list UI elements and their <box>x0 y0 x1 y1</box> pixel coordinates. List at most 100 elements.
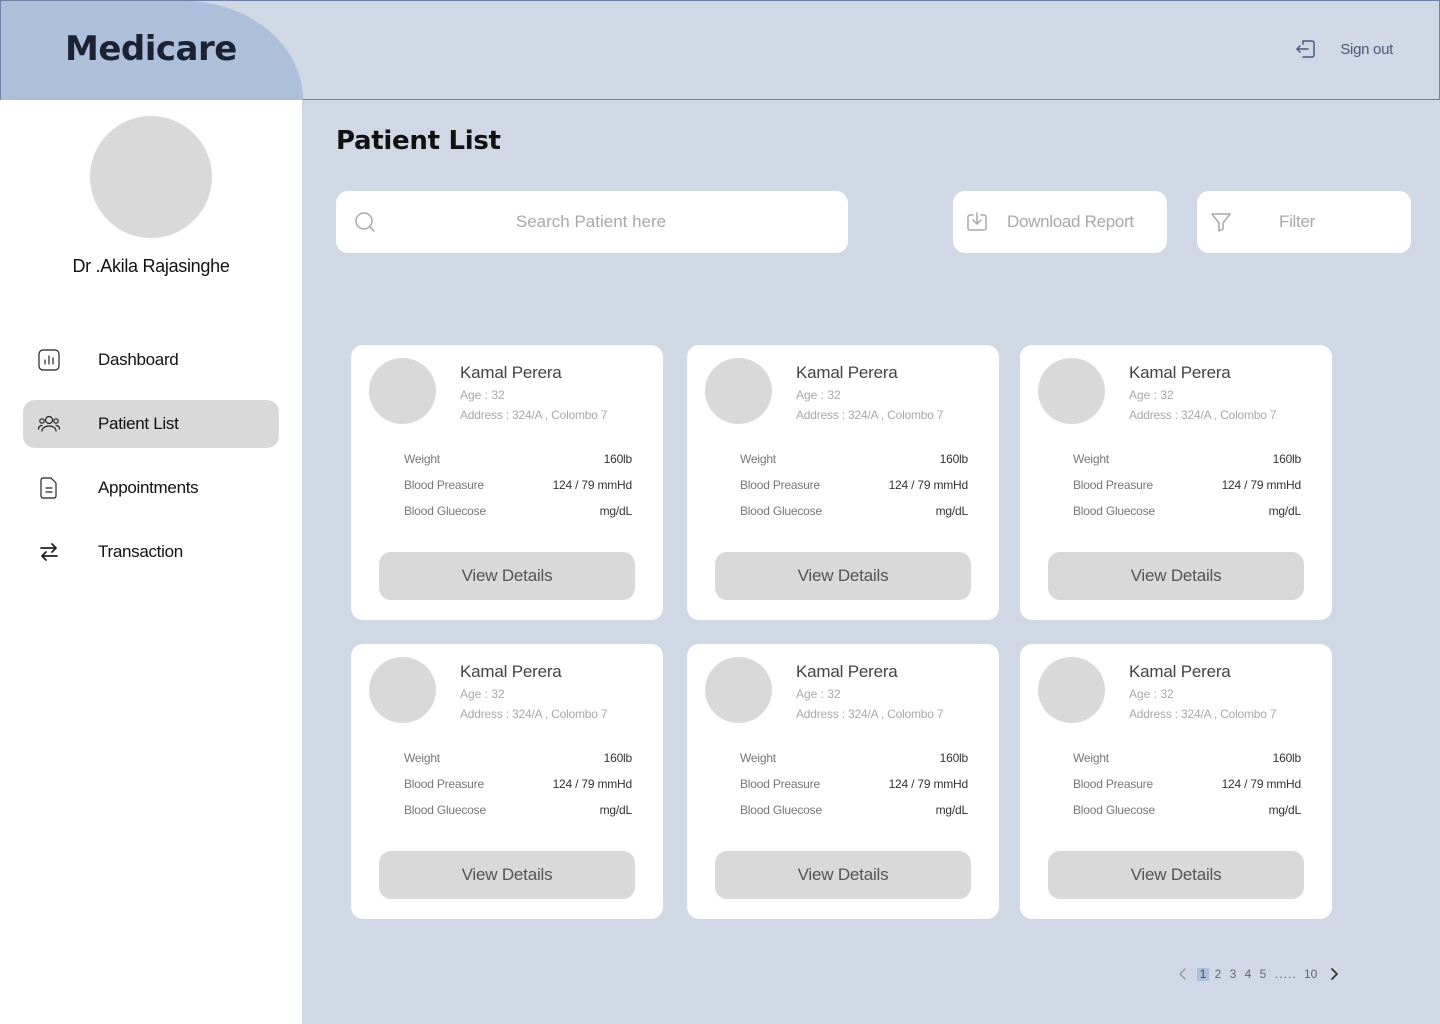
patient-age: Age : 32 <box>1129 687 1174 701</box>
download-icon <box>967 212 987 231</box>
patient-age: Age : 32 <box>1129 388 1174 402</box>
app-logo: Medicare <box>65 29 237 69</box>
vital-label: Blood Preasure <box>404 478 484 492</box>
page-number[interactable]: 4 <box>1242 967 1254 981</box>
vital-label: Weight <box>740 751 776 765</box>
vital-row-weight: Weight 160lb <box>1073 751 1301 767</box>
patient-avatar <box>369 657 436 723</box>
vital-row-blood-glucose: Blood Gluecose mg/dL <box>740 504 968 520</box>
vital-label: Blood Gluecose <box>404 803 486 817</box>
patient-name: Kamal Perera <box>1129 662 1231 681</box>
patient-card: Kamal Perera Age : 32 Address : 324/A , … <box>1020 644 1332 919</box>
sidebar: Dr .Akila Rajasinghe Dashboard Patient L… <box>0 100 302 1024</box>
chart-icon <box>38 349 60 371</box>
vital-row-blood-pressure: Blood Preasure 124 / 79 mmHd <box>740 478 968 494</box>
vital-label: Blood Gluecose <box>1073 803 1155 817</box>
sidebar-item-patient-list[interactable]: Patient List <box>23 400 279 448</box>
sidebar-item-label: Appointments <box>98 478 199 497</box>
vital-value: 124 / 79 mmHd <box>1221 478 1302 492</box>
filter-label: Filter <box>1279 212 1315 231</box>
vital-row-weight: Weight 160lb <box>1073 452 1301 468</box>
vital-row-blood-pressure: Blood Preasure 124 / 79 mmHd <box>404 777 632 793</box>
vital-value: 124 / 79 mmHd <box>888 777 969 791</box>
page-number[interactable]: 2 <box>1212 967 1224 981</box>
document-icon <box>40 477 57 499</box>
sidebar-item-label: Transaction <box>98 542 183 561</box>
view-details-button[interactable]: View Details <box>379 552 635 600</box>
vital-value: mg/dL <box>599 504 633 518</box>
vital-row-blood-pressure: Blood Preasure 124 / 79 mmHd <box>1073 478 1301 494</box>
page-title: Patient List <box>336 126 501 156</box>
filter-button[interactable]: Filter <box>1197 191 1411 253</box>
patient-address: Address : 324/A , Colombo 7 <box>1129 408 1277 422</box>
vital-value: 160lb <box>603 452 633 466</box>
patient-age: Age : 32 <box>460 687 505 701</box>
vital-label: Blood Gluecose <box>740 504 822 518</box>
patient-address: Address : 324/A , Colombo 7 <box>796 408 944 422</box>
chevron-right-icon[interactable] <box>1327 967 1341 981</box>
search-input[interactable] <box>396 191 786 253</box>
users-icon <box>37 415 61 432</box>
vital-value: mg/dL <box>935 803 969 817</box>
vital-row-weight: Weight 160lb <box>404 751 632 767</box>
vital-label: Blood Preasure <box>740 777 820 791</box>
view-details-button[interactable]: View Details <box>715 851 971 899</box>
sidebar-item-label: Patient List <box>98 414 179 433</box>
vital-row-blood-pressure: Blood Preasure 124 / 79 mmHd <box>740 777 968 793</box>
sidebar-nav: Dashboard Patient List Appointments Tran… <box>23 336 279 592</box>
search-box <box>336 191 848 253</box>
vital-value: 160lb <box>939 751 969 765</box>
view-details-button[interactable]: View Details <box>1048 552 1304 600</box>
patient-card: Kamal Perera Age : 32 Address : 324/A , … <box>687 345 999 620</box>
doctor-avatar <box>90 116 212 238</box>
patient-card: Kamal Perera Age : 32 Address : 324/A , … <box>351 644 663 919</box>
view-details-button[interactable]: View Details <box>1048 851 1304 899</box>
vital-row-weight: Weight 160lb <box>740 751 968 767</box>
view-details-button[interactable]: View Details <box>715 552 971 600</box>
page-ellipsis: ..... <box>1275 967 1297 981</box>
vital-label: Weight <box>404 452 440 466</box>
patient-address: Address : 324/A , Colombo 7 <box>796 707 944 721</box>
download-report-label: Download Report <box>1007 212 1134 231</box>
vital-value: mg/dL <box>1268 504 1302 518</box>
patient-avatar <box>705 358 772 424</box>
page-number[interactable]: 5 <box>1257 967 1269 981</box>
download-report-button[interactable]: Download Report <box>953 191 1167 253</box>
top-header: Medicare Sign out <box>0 0 1440 100</box>
vital-value: mg/dL <box>599 803 633 817</box>
sign-out-icon <box>1296 40 1316 58</box>
vital-label: Blood Preasure <box>1073 777 1153 791</box>
patient-name: Kamal Perera <box>1129 363 1231 382</box>
sidebar-item-appointments[interactable]: Appointments <box>23 464 279 512</box>
patient-avatar <box>705 657 772 723</box>
sign-out-label: Sign out <box>1340 40 1393 58</box>
sidebar-item-label: Dashboard <box>98 350 179 369</box>
patient-card: Kamal Perera Age : 32 Address : 324/A , … <box>687 644 999 919</box>
vital-row-blood-glucose: Blood Gluecose mg/dL <box>404 803 632 819</box>
vital-label: Blood Preasure <box>740 478 820 492</box>
patient-address: Address : 324/A , Colombo 7 <box>460 408 608 422</box>
vital-row-blood-glucose: Blood Gluecose mg/dL <box>1073 803 1301 819</box>
vital-value: 160lb <box>939 452 969 466</box>
vital-label: Weight <box>740 452 776 466</box>
sidebar-item-dashboard[interactable]: Dashboard <box>23 336 279 384</box>
patient-avatar <box>369 358 436 424</box>
patient-name: Kamal Perera <box>460 662 562 681</box>
sign-out-button[interactable]: Sign out <box>1294 37 1393 61</box>
sidebar-item-transaction[interactable]: Transaction <box>23 528 279 576</box>
patient-address: Address : 324/A , Colombo 7 <box>1129 707 1277 721</box>
patient-address: Address : 324/A , Colombo 7 <box>460 707 608 721</box>
doctor-name: Dr .Akila Rajasinghe <box>72 256 230 276</box>
page-number-last[interactable]: 10 <box>1303 967 1319 981</box>
chevron-left-icon[interactable] <box>1176 967 1190 981</box>
search-icon <box>355 212 375 232</box>
view-details-button[interactable]: View Details <box>379 851 635 899</box>
patient-name: Kamal Perera <box>796 662 898 681</box>
patient-age: Age : 32 <box>796 388 841 402</box>
page-number-current[interactable]: 1 <box>1197 967 1209 981</box>
vital-label: Blood Preasure <box>1073 478 1153 492</box>
page-number[interactable]: 3 <box>1227 967 1239 981</box>
vital-value: 124 / 79 mmHd <box>552 478 633 492</box>
vital-value: 160lb <box>1272 751 1302 765</box>
patient-name: Kamal Perera <box>460 363 562 382</box>
